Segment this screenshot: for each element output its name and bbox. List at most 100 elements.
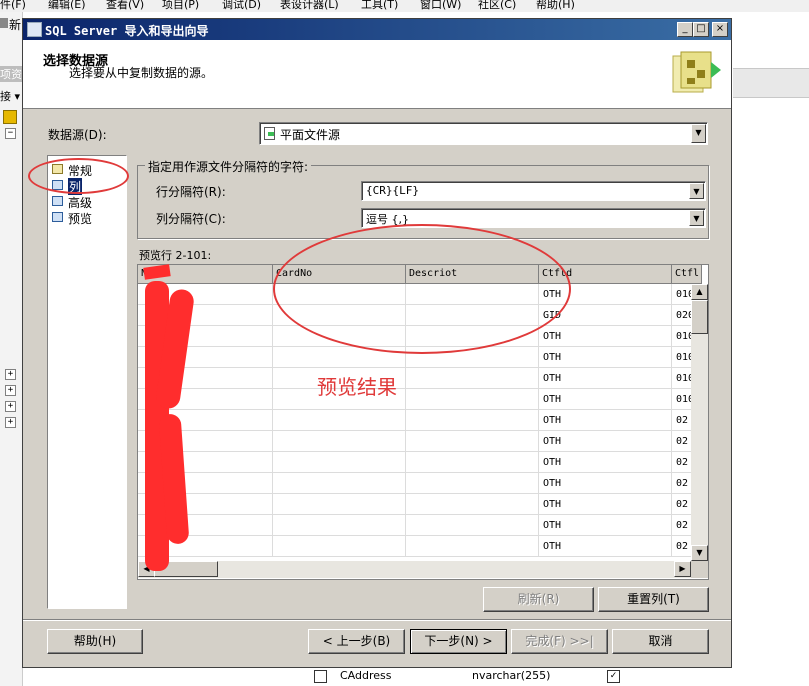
- column-delimiter-label: 列分隔符(C):: [156, 212, 226, 226]
- table-cell: OTH: [539, 515, 672, 536]
- table-cell: [273, 473, 406, 494]
- flat-file-icon: [264, 127, 275, 140]
- vertical-scrollbar[interactable]: ▲ ▼: [691, 284, 708, 561]
- wizard-nav-list: 常规 列 高级 预览: [47, 155, 127, 609]
- ide-column-row[interactable]: CAddress nvarchar(255) ✓: [306, 667, 626, 686]
- delimiter-group-legend: 指定用作源文件分隔符的字符:: [145, 158, 312, 175]
- table-cell: OTH: [539, 347, 672, 368]
- maximize-button[interactable]: □: [693, 22, 709, 37]
- table-cell: [406, 389, 539, 410]
- table-cell: [406, 494, 539, 515]
- nav-item-advanced[interactable]: 高级: [52, 194, 112, 210]
- refresh-button[interactable]: 刷新(R): [483, 587, 594, 612]
- next-button[interactable]: 下一步(N) >: [410, 629, 507, 654]
- annotation-circle-preview: [273, 224, 571, 354]
- row-delimiter-label: 行分隔符(R):: [156, 185, 226, 199]
- dialog-titlebar[interactable]: SQL Server 导入和导出向导 _ □ ×: [23, 19, 731, 40]
- help-button[interactable]: 帮助(H): [47, 629, 143, 654]
- menu-project[interactable]: 项目(P): [162, 0, 199, 12]
- menu-tools[interactable]: 工具(T): [361, 0, 398, 12]
- ide-left-tab[interactable]: 项资: [0, 66, 22, 82]
- close-button[interactable]: ×: [712, 22, 728, 37]
- table-cell: [406, 410, 539, 431]
- import-export-wizard-dialog: SQL Server 导入和导出向导 _ □ × 选择数据源 选择要从中复制数据…: [22, 18, 732, 668]
- finish-button[interactable]: 完成(F) >>|: [511, 629, 608, 654]
- cancel-button[interactable]: 取消: [612, 629, 709, 654]
- server-icon: [3, 110, 17, 124]
- ide-new-button[interactable]: 新: [9, 16, 21, 33]
- horizontal-scrollbar[interactable]: ◀ ▶: [138, 561, 691, 578]
- preview-icon: [52, 212, 63, 222]
- table-cell: OTH: [539, 452, 672, 473]
- table-cell: [406, 452, 539, 473]
- table-cell: OTH: [539, 326, 672, 347]
- dialog-title: SQL Server 导入和导出向导: [45, 24, 209, 38]
- table-cell: OTH: [539, 368, 672, 389]
- ide-menubar: 件(F) 编辑(E) 查看(V) 项目(P) 调试(D) 表设计器(L) 工具(…: [0, 0, 809, 12]
- menu-edit[interactable]: 编辑(E): [48, 0, 86, 12]
- tree-collapse-icon[interactable]: −: [5, 128, 16, 139]
- nav-item-preview[interactable]: 预览: [52, 210, 112, 226]
- ide-right-panel: [733, 12, 809, 686]
- scroll-down-icon[interactable]: ▼: [691, 545, 708, 561]
- wizard-header: 选择数据源 选择要从中复制数据的源。: [23, 40, 731, 109]
- table-cell: OTH: [539, 431, 672, 452]
- table-cell: [273, 494, 406, 515]
- table-cell: [406, 473, 539, 494]
- wizard-logo-icon: [672, 51, 721, 93]
- chevron-down-icon[interactable]: ▼: [689, 183, 704, 199]
- menu-table-designer[interactable]: 表设计器(L): [280, 0, 339, 12]
- advanced-icon: [52, 196, 63, 206]
- column-type: nvarchar(255): [472, 669, 551, 682]
- table-cell: OTH: [539, 473, 672, 494]
- tree-expand-icon[interactable]: +: [5, 417, 16, 428]
- app-icon: [27, 22, 42, 37]
- footer-divider: [23, 619, 731, 621]
- ide-right-toolbar: [733, 68, 809, 98]
- new-icon: [0, 18, 8, 28]
- data-source-combo[interactable]: 平面文件源 ▼: [259, 122, 708, 145]
- row-checkbox[interactable]: [314, 670, 327, 683]
- table-cell: [406, 368, 539, 389]
- table-cell: [406, 515, 539, 536]
- menu-help[interactable]: 帮助(H): [536, 0, 575, 12]
- minimize-button[interactable]: _: [677, 22, 693, 37]
- chevron-down-icon[interactable]: ▼: [689, 210, 704, 226]
- table-cell: OTH: [539, 389, 672, 410]
- reset-columns-button[interactable]: 重置列(T): [598, 587, 709, 612]
- table-cell: [406, 431, 539, 452]
- table-cell: OTH: [539, 536, 672, 557]
- tree-expand-icon[interactable]: +: [5, 385, 16, 396]
- allow-nulls-checkbox[interactable]: ✓: [607, 670, 620, 683]
- preview-rows-label: 预览行 2-101:: [139, 249, 212, 262]
- table-cell: OTH: [539, 410, 672, 431]
- chevron-down-icon[interactable]: ▼: [691, 124, 706, 143]
- ide-left-panel: 新 项资 接 ▾ − + + + +: [0, 12, 23, 686]
- tree-expand-icon[interactable]: +: [5, 369, 16, 380]
- data-source-value: 平面文件源: [280, 128, 341, 142]
- menu-view[interactable]: 查看(V): [106, 0, 144, 12]
- scroll-right-icon[interactable]: ▶: [674, 561, 691, 577]
- menu-community[interactable]: 社区(C): [478, 0, 516, 12]
- menu-file[interactable]: 件(F): [0, 0, 26, 12]
- scroll-up-icon[interactable]: ▲: [691, 284, 708, 300]
- scroll-thumb[interactable]: [691, 300, 708, 334]
- back-button[interactable]: < 上一步(B): [308, 629, 405, 654]
- table-cell: [273, 515, 406, 536]
- table-cell: OTH: [539, 494, 672, 515]
- tree-expand-icon[interactable]: +: [5, 401, 16, 412]
- annotation-circle-nav: [28, 158, 129, 194]
- column-name: CAddress: [340, 669, 392, 682]
- menu-debug[interactable]: 调试(D): [222, 0, 261, 12]
- table-cell: [273, 410, 406, 431]
- column-header[interactable]: Ctfl: [672, 265, 702, 284]
- menu-window[interactable]: 窗口(W): [420, 0, 461, 12]
- data-source-label: 数据源(D):: [48, 128, 107, 142]
- ide-connect-button[interactable]: 接 ▾: [0, 88, 20, 104]
- row-delimiter-value: {CR}{LF}: [366, 184, 419, 197]
- table-cell: [273, 452, 406, 473]
- table-cell: [273, 431, 406, 452]
- row-delimiter-combo[interactable]: {CR}{LF} ▼: [361, 181, 706, 201]
- table-cell: [406, 536, 539, 557]
- annotation-text: 预览结果: [317, 375, 397, 399]
